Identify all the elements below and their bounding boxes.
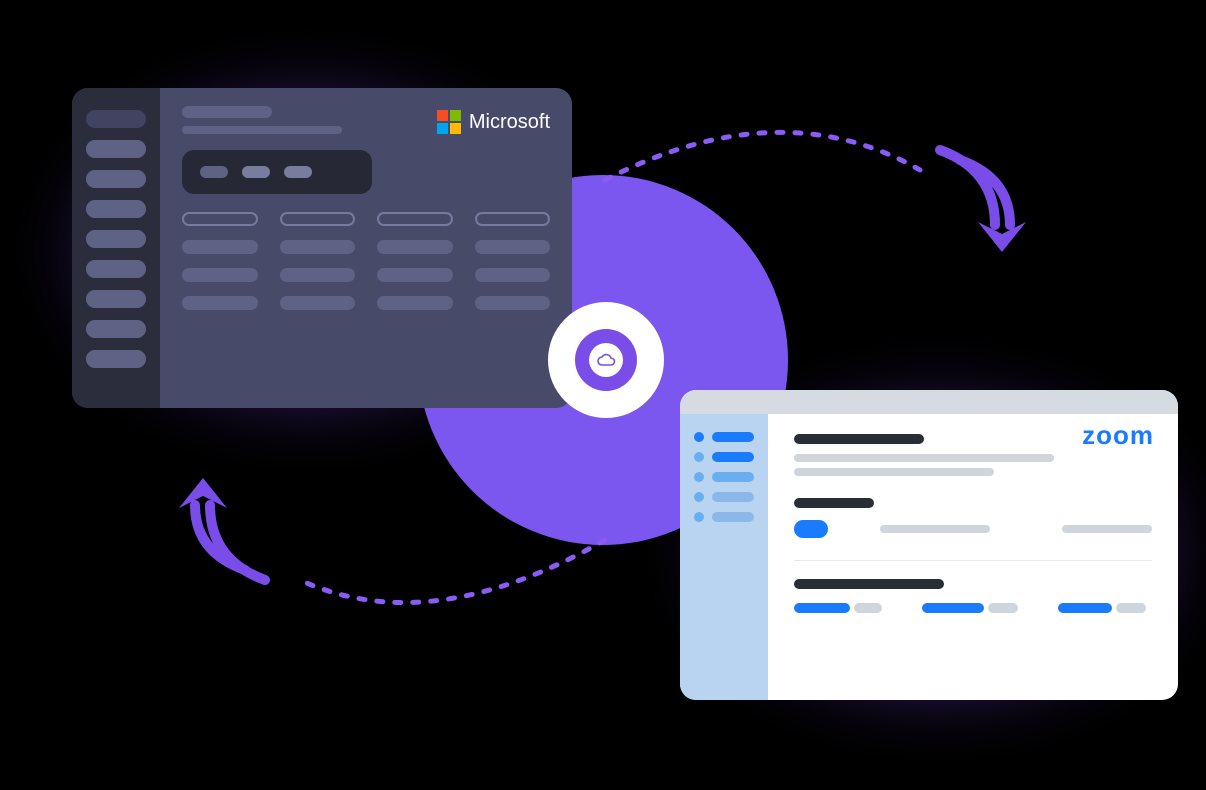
zoom-text-placeholder bbox=[794, 454, 1054, 462]
ms-chip-box bbox=[182, 150, 372, 194]
ms-sidebar-item bbox=[86, 170, 146, 188]
zoom-sidebar-item bbox=[694, 432, 754, 442]
ms-cell bbox=[377, 240, 453, 254]
ms-cell bbox=[182, 296, 258, 310]
cloud-icon bbox=[596, 353, 616, 367]
microsoft-logo: Microsoft bbox=[437, 110, 550, 134]
ms-cell bbox=[377, 296, 453, 310]
zoom-progress-row bbox=[794, 603, 1152, 613]
ms-sidebar-item bbox=[86, 230, 146, 248]
microsoft-app-card: Microsoft bbox=[72, 88, 572, 408]
zoom-sidebar-item bbox=[694, 472, 754, 482]
zoom-main-panel: zoom bbox=[768, 414, 1178, 700]
ms-column-header bbox=[475, 212, 551, 226]
microsoft-logo-text: Microsoft bbox=[469, 111, 550, 134]
ms-sidebar-item bbox=[86, 140, 146, 158]
ms-sidebar-item bbox=[86, 200, 146, 218]
zoom-sidebar-item bbox=[694, 452, 754, 462]
ms-sidebar-item bbox=[86, 260, 146, 278]
ms-cell bbox=[280, 240, 356, 254]
divider bbox=[794, 560, 1152, 561]
ms-chip bbox=[242, 166, 270, 178]
zoom-text-placeholder bbox=[880, 525, 990, 533]
ms-chip bbox=[284, 166, 312, 178]
zoom-text-placeholder bbox=[1062, 525, 1152, 533]
zoom-logo-text: zoom bbox=[1082, 420, 1154, 451]
ms-sidebar-item bbox=[86, 110, 146, 128]
zoom-sidebar-item bbox=[694, 492, 754, 502]
ms-cell bbox=[280, 268, 356, 282]
ms-cell bbox=[475, 268, 551, 282]
ms-column-header bbox=[377, 212, 453, 226]
zoom-sidebar-item bbox=[694, 512, 754, 522]
ms-data-grid bbox=[182, 212, 550, 310]
zoom-sidebar bbox=[680, 414, 768, 700]
zoom-titlebar bbox=[680, 390, 1178, 414]
microsoft-logo-icon bbox=[437, 110, 461, 134]
ms-chip bbox=[200, 166, 228, 178]
zoom-text-placeholder bbox=[794, 468, 994, 476]
ms-column-header bbox=[182, 212, 258, 226]
ms-sidebar bbox=[72, 88, 160, 408]
ms-cell bbox=[377, 268, 453, 282]
zoom-subheading-placeholder bbox=[794, 579, 944, 589]
ms-title-placeholder bbox=[182, 106, 272, 118]
ms-cell bbox=[475, 240, 551, 254]
zoom-subheading-placeholder bbox=[794, 498, 874, 508]
ms-subtitle-placeholder bbox=[182, 126, 342, 134]
connector-badge bbox=[548, 302, 664, 418]
zoom-heading-placeholder bbox=[794, 434, 924, 444]
ms-sidebar-item bbox=[86, 290, 146, 308]
arrow-up-icon bbox=[175, 460, 285, 600]
ms-main-panel: Microsoft bbox=[160, 88, 572, 408]
ms-sidebar-item bbox=[86, 350, 146, 368]
arrow-down-icon bbox=[920, 130, 1030, 270]
ms-sidebar-item bbox=[86, 320, 146, 338]
zoom-app-card: zoom bbox=[680, 390, 1178, 700]
ms-cell bbox=[280, 296, 356, 310]
zoom-badge bbox=[794, 520, 828, 538]
ms-cell bbox=[182, 240, 258, 254]
ms-cell bbox=[475, 296, 551, 310]
ms-cell bbox=[182, 268, 258, 282]
ms-column-header bbox=[280, 212, 356, 226]
